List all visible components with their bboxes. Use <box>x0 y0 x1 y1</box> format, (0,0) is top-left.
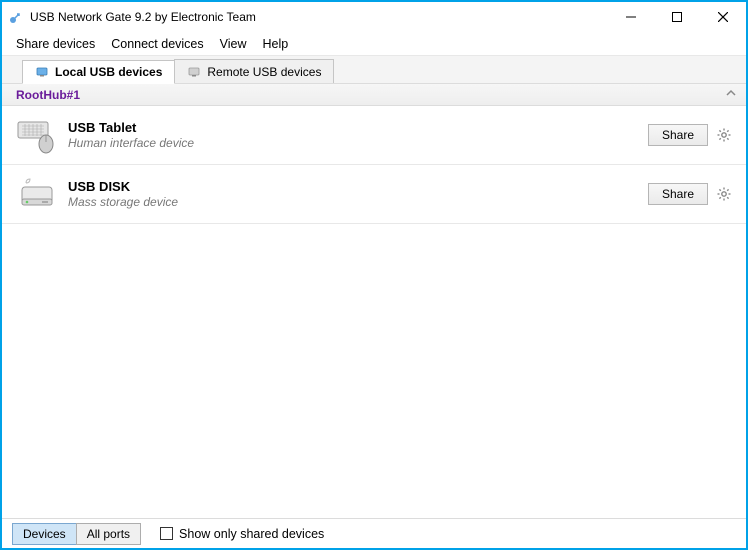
device-info: USB Tablet Human interface device <box>68 120 648 150</box>
disk-icon <box>16 175 58 213</box>
chevron-up-icon[interactable] <box>726 88 736 101</box>
device-name: USB DISK <box>68 179 648 194</box>
usb-local-icon <box>35 65 49 79</box>
checkbox-box <box>160 527 173 540</box>
device-type: Mass storage device <box>68 195 648 209</box>
tab-remote-usb[interactable]: Remote USB devices <box>174 59 334 83</box>
keyboard-mouse-icon <box>16 116 58 154</box>
gear-icon[interactable] <box>716 127 732 143</box>
usb-remote-icon <box>187 65 201 79</box>
bottom-bar: Devices All ports Show only shared devic… <box>2 518 746 548</box>
devices-toggle[interactable]: Devices <box>12 523 77 545</box>
menu-help[interactable]: Help <box>255 34 297 54</box>
share-button[interactable]: Share <box>648 124 708 146</box>
menu-view[interactable]: View <box>212 34 255 54</box>
app-icon <box>8 9 24 25</box>
maximize-button[interactable] <box>654 2 700 32</box>
show-only-shared-checkbox[interactable]: Show only shared devices <box>160 527 324 541</box>
gear-icon[interactable] <box>716 186 732 202</box>
titlebar: USB Network Gate 9.2 by Electronic Team <box>2 2 746 32</box>
window-title: USB Network Gate 9.2 by Electronic Team <box>30 10 608 24</box>
hub-header[interactable]: RootHub#1 <box>2 84 746 106</box>
device-name: USB Tablet <box>68 120 648 135</box>
tab-remote-label: Remote USB devices <box>207 65 321 79</box>
app-window: USB Network Gate 9.2 by Electronic Team … <box>2 2 746 548</box>
device-row[interactable]: USB DISK Mass storage device Share <box>2 165 746 224</box>
close-button[interactable] <box>700 2 746 32</box>
tab-strip: Local USB devices Remote USB devices <box>2 56 746 84</box>
show-only-shared-label: Show only shared devices <box>179 527 324 541</box>
device-row[interactable]: USB Tablet Human interface device Share <box>2 106 746 165</box>
menu-share-devices[interactable]: Share devices <box>8 34 103 54</box>
share-button[interactable]: Share <box>648 183 708 205</box>
hub-name: RootHub#1 <box>16 88 80 102</box>
tab-local-usb[interactable]: Local USB devices <box>22 60 175 84</box>
minimize-button[interactable] <box>608 2 654 32</box>
menu-connect-devices[interactable]: Connect devices <box>103 34 211 54</box>
device-list: USB Tablet Human interface device Share … <box>2 106 746 518</box>
device-type: Human interface device <box>68 136 648 150</box>
all-ports-toggle[interactable]: All ports <box>76 523 141 545</box>
device-info: USB DISK Mass storage device <box>68 179 648 209</box>
menubar: Share devices Connect devices View Help <box>2 32 746 56</box>
tab-local-label: Local USB devices <box>55 65 162 79</box>
